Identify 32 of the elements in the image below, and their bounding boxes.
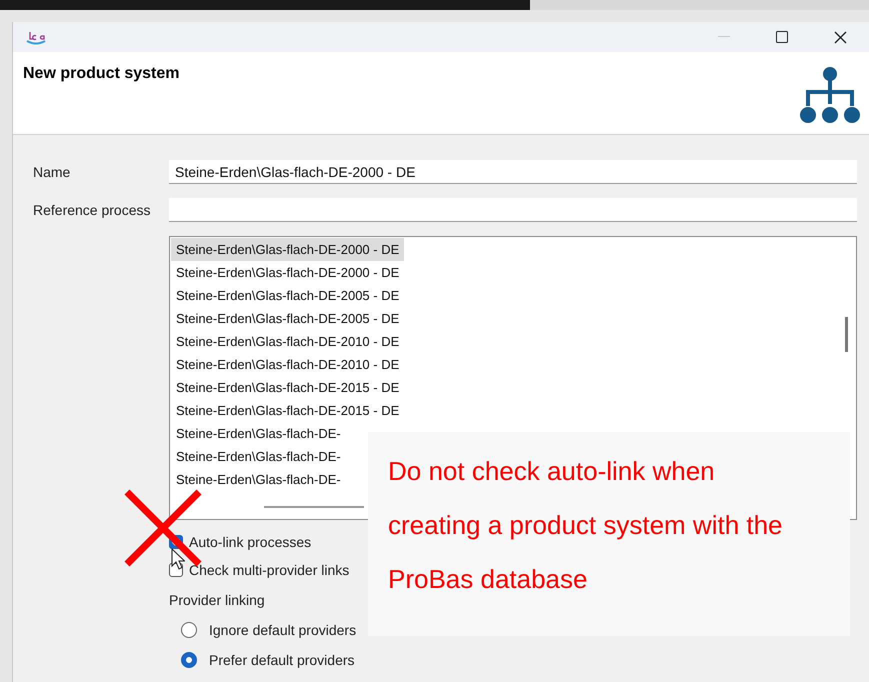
- mouse-pointer-icon: [171, 548, 185, 570]
- close-icon: [834, 30, 846, 44]
- scrollbar-thumb[interactable]: [845, 317, 848, 352]
- process-list-item[interactable]: Steine-Erden\Glas-flach-DE-2010 - DE: [171, 353, 404, 376]
- process-list-item[interactable]: Steine-Erden\Glas-flach-DE-2000 - DE: [171, 238, 404, 261]
- process-list-item[interactable]: Steine-Erden\Glas-flach-DE-2005 - DE: [171, 307, 404, 330]
- radio-label: Ignore default providers: [209, 622, 356, 638]
- app-logo-icon: [25, 29, 47, 45]
- hierarchy-icon: [799, 66, 861, 124]
- process-list-item[interactable]: Steine-Erden\Glas-flach-DE-: [171, 445, 346, 468]
- name-label: Name: [33, 164, 72, 180]
- radio-button[interactable]: [181, 622, 197, 638]
- provider-linking-label: Provider linking: [169, 592, 266, 608]
- reference-process-field[interactable]: [169, 198, 857, 222]
- checkbox-label: Check multi-provider links: [189, 562, 350, 578]
- radio-label: Prefer default providers: [209, 652, 355, 668]
- process-list-item[interactable]: Steine-Erden\Glas-flach-DE-2015 - DE: [171, 376, 404, 399]
- annotation-text: Do not check auto-link when creating a product system with the ProBas database: [388, 455, 784, 596]
- horizontal-scrollbar[interactable]: [264, 506, 364, 508]
- process-list-item[interactable]: Steine-Erden\Glas-flach-DE-: [171, 468, 346, 491]
- maximize-icon: [776, 31, 788, 43]
- process-list-item[interactable]: Steine-Erden\Glas-flach-DE-2000 - DE: [171, 261, 404, 284]
- radio-button[interactable]: [181, 652, 197, 668]
- name-field[interactable]: Steine-Erden\Glas-flach-DE-2000 - DE: [169, 160, 857, 184]
- process-list-item[interactable]: Steine-Erden\Glas-flach-DE-2015 - DE: [171, 399, 404, 422]
- dialog-title: New product system: [23, 65, 180, 84]
- minimize-icon: [718, 36, 730, 38]
- checkbox-label: Auto-link processes: [189, 534, 312, 550]
- process-list-item[interactable]: Steine-Erden\Glas-flach-DE-2010 - DE: [171, 330, 404, 353]
- process-list-item[interactable]: Steine-Erden\Glas-flach-DE-2005 - DE: [171, 284, 404, 307]
- reference-process-label: Reference process: [33, 202, 152, 218]
- process-list-item[interactable]: Steine-Erden\Glas-flach-DE-: [171, 422, 346, 445]
